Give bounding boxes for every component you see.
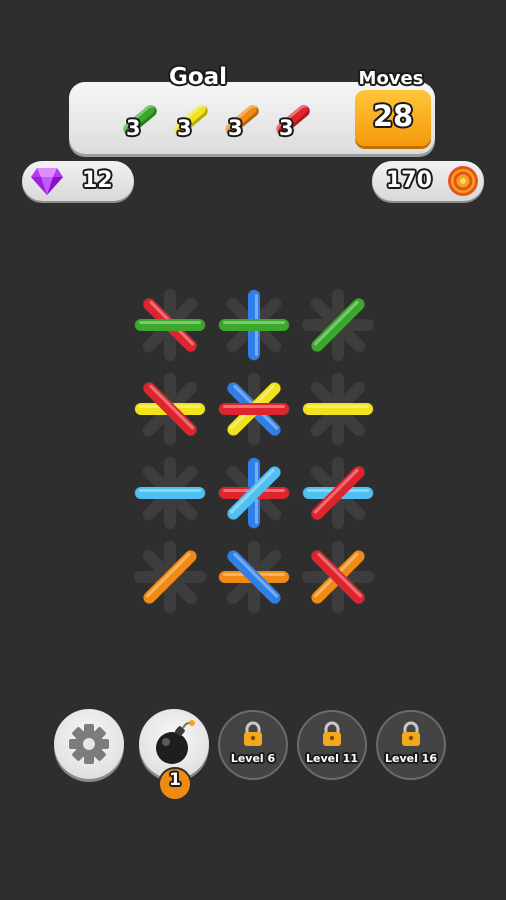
stick-highlight bbox=[223, 321, 285, 324]
stick-highlight bbox=[307, 405, 369, 408]
board-cell[interactable] bbox=[218, 373, 290, 445]
padlock-icon bbox=[402, 721, 420, 746]
gem-count: 12 bbox=[82, 168, 113, 193]
goal-title: Goal bbox=[168, 64, 228, 90]
padlock-icon bbox=[244, 721, 262, 746]
settings-button[interactable] bbox=[54, 709, 124, 779]
board-cell[interactable] bbox=[218, 541, 290, 613]
board-cell[interactable] bbox=[302, 541, 374, 613]
board-cell[interactable] bbox=[134, 373, 206, 445]
yellow-stick[interactable] bbox=[303, 403, 373, 415]
board-cell[interactable] bbox=[134, 289, 206, 361]
locked-level-label: Level 16 bbox=[384, 752, 437, 765]
coin-icon bbox=[448, 166, 478, 196]
board-cell[interactable] bbox=[302, 373, 374, 445]
locked-booster-level-11[interactable]: Level 11 bbox=[297, 710, 367, 780]
board-cell[interactable] bbox=[218, 457, 290, 529]
coin-count: 170 bbox=[386, 168, 432, 193]
board-cell[interactable] bbox=[302, 289, 374, 361]
goal-item-yellow: 3 bbox=[169, 96, 211, 144]
bomb-count: 1 bbox=[169, 770, 181, 790]
goal-item-red: 3 bbox=[271, 96, 313, 144]
goal-count: 3 bbox=[279, 116, 294, 140]
board-cell[interactable] bbox=[218, 289, 290, 361]
goal-count: 3 bbox=[177, 116, 192, 140]
padlock-icon bbox=[323, 721, 341, 746]
lightblue-stick[interactable] bbox=[135, 487, 205, 499]
moves-value: 28 bbox=[372, 99, 414, 133]
board-cell[interactable] bbox=[134, 541, 206, 613]
green-stick[interactable] bbox=[219, 319, 289, 331]
red-stick[interactable] bbox=[219, 403, 289, 415]
locked-booster-level-16[interactable]: Level 16 bbox=[376, 710, 446, 780]
moves-label: Moves bbox=[358, 68, 424, 89]
gem-icon bbox=[31, 168, 63, 195]
locked-booster-level-6[interactable]: Level 6 bbox=[218, 710, 288, 780]
goal-item-orange: 3 bbox=[220, 96, 262, 144]
goal-item-green: 3 bbox=[118, 96, 160, 144]
gear-icon bbox=[69, 724, 109, 764]
stick-highlight bbox=[223, 405, 285, 408]
locked-level-label: Level 6 bbox=[230, 752, 276, 765]
goal-count: 3 bbox=[228, 116, 243, 140]
stick-highlight bbox=[139, 489, 201, 492]
goal-count: 3 bbox=[126, 116, 141, 140]
green-stick[interactable] bbox=[135, 319, 205, 331]
board-cell[interactable] bbox=[134, 457, 206, 529]
locked-level-label: Level 11 bbox=[305, 752, 358, 765]
stick-highlight bbox=[139, 321, 201, 324]
board-cell[interactable] bbox=[302, 457, 374, 529]
